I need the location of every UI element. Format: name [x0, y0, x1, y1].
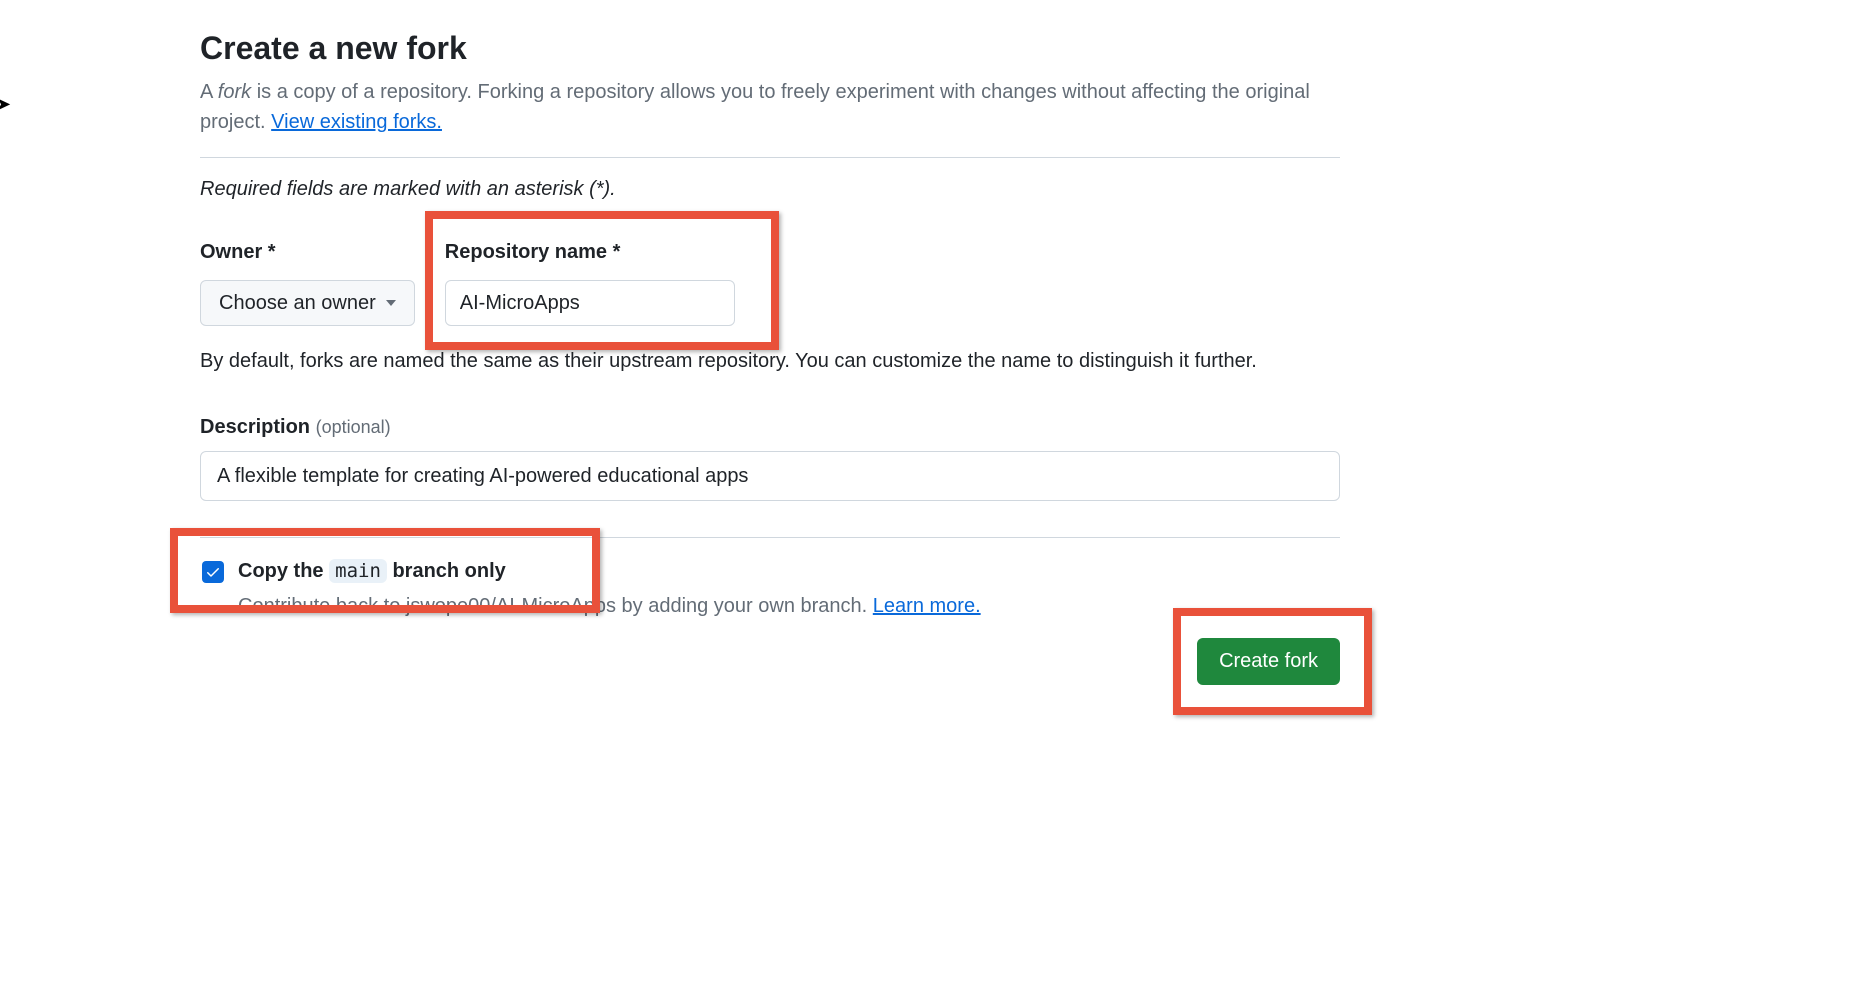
learn-more-link[interactable]: Learn more.	[873, 595, 981, 617]
form-actions: Create fork	[200, 638, 1340, 685]
create-fork-button[interactable]: Create fork	[1197, 638, 1340, 685]
owner-field-group: Owner * Choose an owner	[200, 241, 415, 326]
fork-form-container: Create a new fork A fork is a copy of a …	[200, 30, 1340, 685]
copy-branch-prefix: Copy the	[238, 560, 329, 582]
owner-dropdown-text: Choose an owner	[219, 292, 376, 315]
cursor-icon: ➤	[0, 94, 11, 115]
intro-text: A fork is a copy of a repository. Forkin…	[200, 77, 1340, 137]
branch-tag: main	[329, 559, 387, 583]
description-label: Description	[200, 416, 310, 438]
repo-name-label: Repository name *	[445, 241, 735, 264]
repo-name-help: By default, forks are named the same as …	[200, 346, 1340, 376]
divider	[200, 157, 1340, 158]
copy-branch-label: Copy the main branch only	[238, 560, 506, 583]
page-title: Create a new fork	[200, 30, 1340, 67]
copy-branch-row[interactable]: Copy the main branch only	[200, 554, 508, 589]
description-label-row: Description (optional)	[200, 416, 1340, 439]
divider-2	[200, 537, 1340, 538]
copy-branch-help-text: Contribute back to jswope00/AI-MicroApps…	[238, 595, 873, 617]
repo-name-input[interactable]	[445, 280, 735, 326]
intro-prefix: A	[200, 81, 218, 103]
intro-em: fork	[218, 81, 251, 103]
copy-branch-checkbox[interactable]	[202, 561, 224, 583]
copy-branch-help: Contribute back to jswope00/AI-MicroApps…	[238, 595, 1340, 618]
repo-name-field-group: Repository name *	[445, 241, 735, 326]
view-existing-forks-link[interactable]: View existing forks.	[271, 111, 442, 133]
owner-label: Owner *	[200, 241, 415, 264]
copy-branch-highlight: Copy the main branch only	[200, 554, 508, 595]
copy-branch-suffix: branch only	[387, 560, 506, 582]
owner-dropdown[interactable]: Choose an owner	[200, 280, 415, 326]
owner-repo-row: Owner * Choose an owner Repository name …	[200, 241, 1340, 326]
create-fork-highlight: Create fork	[1197, 638, 1340, 685]
required-fields-note: Required fields are marked with an aster…	[200, 178, 1340, 201]
description-field-group: Description (optional)	[200, 416, 1340, 521]
description-input[interactable]	[200, 451, 1340, 501]
caret-down-icon	[386, 300, 396, 306]
check-icon	[205, 564, 221, 580]
description-optional: (optional)	[316, 417, 391, 437]
